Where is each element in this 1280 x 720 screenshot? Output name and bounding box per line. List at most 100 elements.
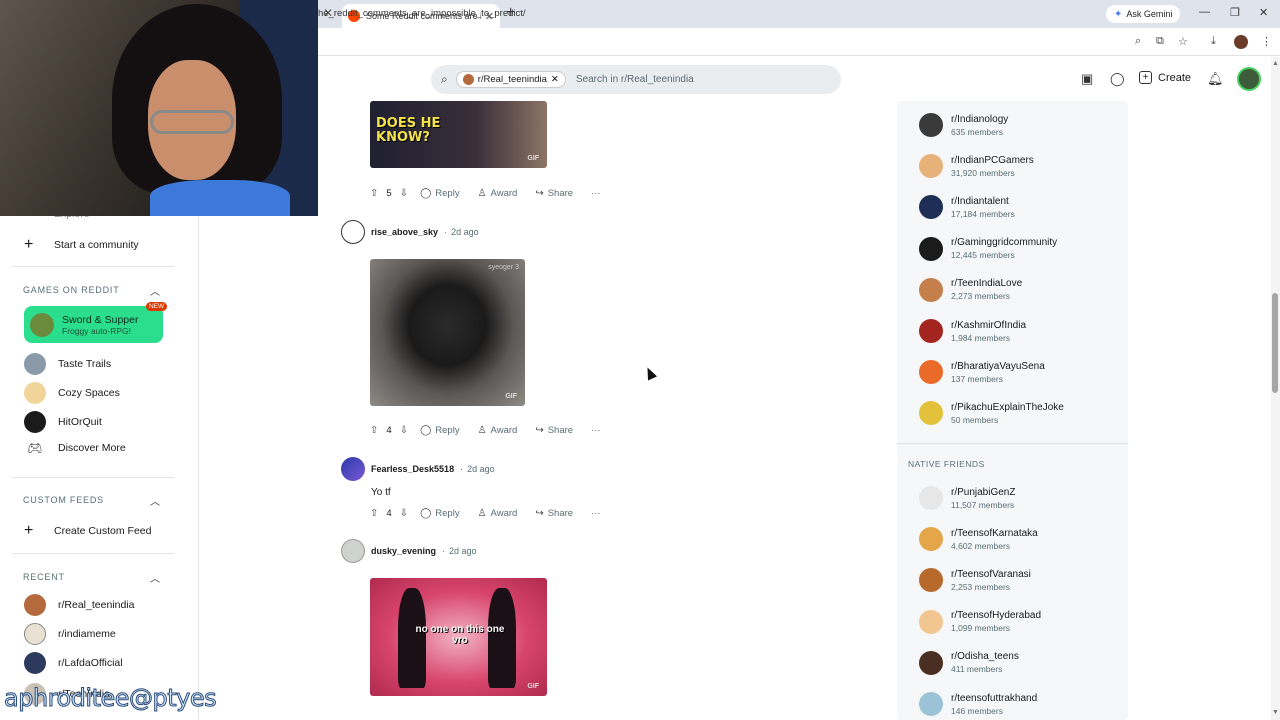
sidebar-item-taste-trails[interactable]: Taste Trails — [24, 353, 111, 375]
community-item[interactable]: r/PikachuExplainTheJoke 50 members — [919, 401, 1064, 426]
more-options-button[interactable]: ··· — [585, 188, 607, 199]
community-name[interactable]: r/PunjabiGenZ — [951, 487, 1015, 498]
community-name[interactable]: r/Gaminggridcommunity — [951, 237, 1057, 248]
comment-gif[interactable]: syeoger 3 GIF — [370, 259, 525, 406]
community-name[interactable]: r/teensofuttrakhand — [951, 693, 1037, 704]
reply-icon: ◯ — [420, 508, 432, 519]
share-button[interactable]: ↪ Share — [529, 508, 579, 519]
user-avatar[interactable] — [341, 220, 365, 244]
community-name[interactable]: r/IndianPCGamers — [951, 155, 1034, 166]
sidebar-item-discover-more[interactable]: 🎮︎ Discover More — [24, 441, 125, 455]
community-name[interactable]: r/KashmirOfIndia — [951, 320, 1026, 331]
search-input[interactable]: Search in r/Real_teenindia — [576, 74, 694, 85]
chevron-up-icon[interactable]: ︿ — [150, 570, 160, 585]
comment-actions: ⇧ 4 ⇩ ◯ Reply ♙ Award ↪ Share ··· — [370, 425, 607, 436]
sidebar-item-cozy-spaces[interactable]: Cozy Spaces — [24, 382, 120, 404]
user-avatar[interactable] — [1237, 67, 1261, 91]
minimize-icon[interactable]: — — [1199, 6, 1210, 18]
sidebar-item-hitorquit[interactable]: HitOrQuit — [24, 411, 102, 433]
community-avatar — [24, 623, 46, 645]
community-search-chip[interactable]: r/Real_teenindia ✕ — [455, 71, 566, 88]
award-icon: ♙ — [477, 425, 487, 436]
community-item[interactable]: r/Gaminggridcommunity 12,445 members — [919, 236, 1057, 261]
community-name[interactable]: r/TeensofVaranasi — [951, 569, 1031, 580]
community-item[interactable]: r/TeenIndiaLove 2,273 members — [919, 277, 1022, 302]
downvote-icon[interactable]: ⇩ — [400, 508, 408, 519]
more-options-button[interactable]: ··· — [585, 508, 607, 519]
community-name[interactable]: r/PikachuExplainTheJoke — [951, 402, 1064, 413]
comment-username[interactable]: dusky_evening — [371, 546, 436, 556]
community-name[interactable]: r/Odisha_teens — [951, 651, 1019, 662]
comment-username[interactable]: rise_above_sky — [371, 227, 438, 237]
scroll-down-icon[interactable]: ▼ — [1272, 709, 1279, 716]
downvote-icon[interactable]: ⇩ — [400, 425, 408, 436]
window-close-icon[interactable]: ✕ — [1259, 6, 1268, 19]
downvote-icon[interactable]: ⇩ — [400, 188, 408, 199]
glasses — [150, 110, 234, 134]
community-item[interactable]: r/PunjabiGenZ 11,507 members — [919, 486, 1015, 510]
user-avatar[interactable] — [341, 539, 365, 563]
reply-button[interactable]: ◯ Reply — [414, 508, 466, 519]
upvote-icon[interactable]: ⇧ — [370, 188, 378, 199]
divider — [12, 553, 174, 554]
community-item[interactable]: r/TeensofHyderabad 1,099 members — [919, 609, 1041, 634]
community-item[interactable]: r/Odisha_teens 411 members — [919, 650, 1019, 675]
start-community-button[interactable]: + Start a community — [24, 236, 139, 254]
browser-profile-avatar[interactable] — [1234, 35, 1248, 49]
more-options-button[interactable]: ··· — [585, 425, 607, 436]
bookmark-star-icon[interactable]: ☆ — [1178, 35, 1188, 48]
community-item[interactable]: r/IndianPCGamers 31,920 members — [919, 154, 1034, 179]
community-name[interactable]: r/TeenIndiaLove — [951, 278, 1022, 289]
user-avatar[interactable] — [341, 457, 365, 481]
create-custom-feed-button[interactable]: + Create Custom Feed — [24, 522, 151, 540]
award-button[interactable]: ♙ Award — [472, 425, 524, 436]
community-item[interactable]: r/teensofuttrakhand 146 members — [919, 692, 1037, 716]
reply-button[interactable]: ◯ Reply — [414, 188, 466, 199]
create-button[interactable]: + Create — [1139, 71, 1191, 84]
scrollbar-thumb[interactable] — [1272, 293, 1278, 393]
browser-menu-icon[interactable]: ⋮ — [1261, 35, 1272, 48]
download-icon[interactable]: ⤓ — [1211, 35, 1216, 48]
reply-button[interactable]: ◯ Reply — [414, 425, 466, 436]
upvote-icon[interactable]: ⇧ — [370, 508, 378, 519]
chat-icon[interactable]: ◯ — [1110, 71, 1125, 87]
zoom-icon[interactable]: ⌕ — [1135, 35, 1141, 48]
comment-gif[interactable]: DOES HE KNOW? GIF — [370, 101, 547, 168]
ask-gemini-button[interactable]: ✦ Ask Gemini — [1106, 5, 1181, 23]
search-bar[interactable]: ⌕ r/Real_teenindia ✕ Search in r/Real_te… — [431, 65, 841, 94]
community-name[interactable]: r/Indianology — [951, 114, 1008, 125]
share-button[interactable]: ↪ Share — [529, 188, 579, 199]
community-name[interactable]: r/TeensofHyderabad — [951, 610, 1041, 621]
community-item[interactable]: r/TeensofKarnataka 4,602 members — [919, 527, 1038, 552]
notification-bell-icon[interactable]: 🔔︎ — [1207, 71, 1224, 87]
community-item[interactable]: r/BharatiyaVayuSena 137 members — [919, 360, 1045, 385]
award-button[interactable]: ♙ Award — [472, 188, 524, 199]
community-item[interactable]: r/TeensofVaranasi 2,253 members — [919, 568, 1031, 593]
sidebar-item-recent[interactable]: r/LafdaOfficial — [24, 652, 123, 674]
comment-gif[interactable]: no one on this one vro GIF — [370, 578, 547, 696]
chip-close-icon[interactable]: ✕ — [551, 74, 559, 85]
upvote-icon[interactable]: ⇧ — [370, 425, 378, 436]
url-text[interactable]: he_reddit_comments_are_impossible_to_pre… — [318, 8, 526, 19]
ad-icon[interactable]: ▣ — [1081, 71, 1093, 87]
chevron-up-icon[interactable]: ︿ — [150, 283, 160, 298]
community-item[interactable]: r/Indiantalent 17,184 members — [919, 195, 1015, 220]
sidebar-item-recent[interactable]: r/indiameme — [24, 623, 116, 645]
community-name[interactable]: r/TeensofKarnataka — [951, 528, 1038, 539]
comment-time-label: 2d ago — [449, 546, 477, 556]
community-name[interactable]: r/Indiantalent — [951, 196, 1015, 207]
share-button[interactable]: ↪ Share — [529, 425, 579, 436]
community-item[interactable]: r/Indianology 635 members — [919, 113, 1008, 137]
scroll-up-icon[interactable]: ▲ — [1272, 60, 1279, 67]
sidebar-item-label: Create Custom Feed — [54, 525, 152, 537]
chevron-up-icon[interactable]: ︿ — [150, 493, 160, 508]
sidebar-item-sword-and-supper[interactable]: Sword & Supper Froggy auto-RPG! — [24, 306, 163, 343]
maximize-icon[interactable]: ❐ — [1230, 6, 1240, 19]
community-item[interactable]: r/KashmirOfIndia 1,984 members — [919, 319, 1026, 343]
sidebar-item-label: r/Real_teenindia — [58, 599, 135, 611]
community-name[interactable]: r/BharatiyaVayuSena — [951, 361, 1045, 372]
comment-username[interactable]: Fearless_Desk5518 — [371, 464, 454, 474]
sidebar-item-recent[interactable]: r/Real_teenindia — [24, 594, 134, 616]
award-button[interactable]: ♙ Award — [472, 508, 524, 519]
install-icon[interactable]: ⧉ — [1156, 35, 1164, 48]
